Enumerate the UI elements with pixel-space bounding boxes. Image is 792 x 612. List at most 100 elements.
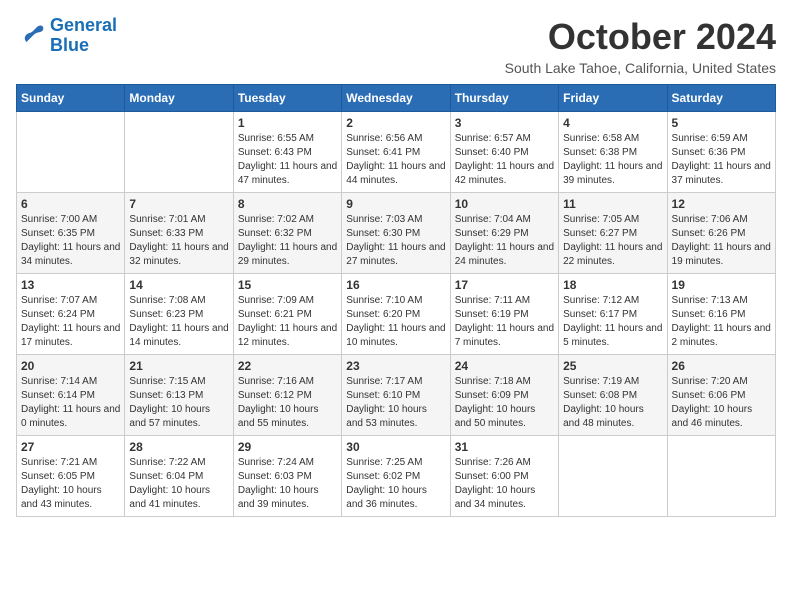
weekday-header: Sunday [17,85,125,112]
day-number: 17 [455,278,554,292]
calendar-cell: 20 Sunrise: 7:14 AM Sunset: 6:14 PM Dayli… [17,355,125,436]
day-number: 10 [455,197,554,211]
calendar-cell: 17Sunrise: 7:11 AM Sunset: 6:19 PM Dayli… [450,274,558,355]
calendar-header: SundayMondayTuesdayWednesdayThursdayFrid… [17,85,776,112]
calendar-cell: 7 Sunrise: 7:01 AM Sunset: 6:33 PM Daylig… [125,193,233,274]
logo-icon [16,21,46,51]
logo: General Blue [16,16,117,56]
calendar-cell: 13 Sunrise: 7:07 AM Sunset: 6:24 PM Dayli… [17,274,125,355]
calendar-cell [559,436,667,517]
day-number: 30 [346,440,445,454]
day-info: Sunrise: 6:55 AM Sunset: 6:43 PM Dayligh… [238,132,337,188]
day-number: 16 [346,278,445,292]
calendar-body: 1 Sunrise: 6:55 AM Sunset: 6:43 PM Daylig… [17,112,776,517]
day-number: 28 [129,440,228,454]
weekday-header: Tuesday [233,85,341,112]
day-info: Sunrise: 7:18 AM Sunset: 6:09 PM Dayligh… [455,375,554,431]
day-number: 24 [455,359,554,373]
day-number: 22 [238,359,337,373]
day-number: 7 [129,197,228,211]
calendar-cell: 4Sunrise: 6:58 AM Sunset: 6:38 PM Daylig… [559,112,667,193]
day-number: 13 [21,278,120,292]
day-number: 31 [455,440,554,454]
calendar-cell: 2 Sunrise: 6:56 AM Sunset: 6:41 PM Daylig… [342,112,450,193]
day-info: Sunrise: 7:08 AM Sunset: 6:23 PM Dayligh… [129,294,228,350]
day-number: 26 [672,359,771,373]
calendar-cell: 19 Sunrise: 7:13 AM Sunset: 6:16 PM Dayli… [667,274,775,355]
calendar-cell: 23Sunrise: 7:17 AM Sunset: 6:10 PM Dayli… [342,355,450,436]
day-number: 21 [129,359,228,373]
day-info: Sunrise: 7:04 AM Sunset: 6:29 PM Dayligh… [455,213,554,269]
calendar-week-row: 6 Sunrise: 7:00 AM Sunset: 6:35 PM Daylig… [17,193,776,274]
calendar-cell: 21Sunrise: 7:15 AM Sunset: 6:13 PM Dayli… [125,355,233,436]
day-number: 27 [21,440,120,454]
day-number: 14 [129,278,228,292]
calendar-cell: 5 Sunrise: 6:59 AM Sunset: 6:36 PM Daylig… [667,112,775,193]
day-number: 9 [346,197,445,211]
weekday-header: Wednesday [342,85,450,112]
day-info: Sunrise: 7:21 AM Sunset: 6:05 PM Dayligh… [21,456,120,512]
day-number: 20 [21,359,120,373]
calendar-cell: 25Sunrise: 7:19 AM Sunset: 6:08 PM Dayli… [559,355,667,436]
day-number: 25 [563,359,662,373]
logo-line1: General [50,15,117,35]
calendar-week-row: 13 Sunrise: 7:07 AM Sunset: 6:24 PM Dayli… [17,274,776,355]
calendar-cell: 12 Sunrise: 7:06 AM Sunset: 6:26 PM Dayli… [667,193,775,274]
calendar-cell: 22 Sunrise: 7:16 AM Sunset: 6:12 PM Dayli… [233,355,341,436]
day-number: 23 [346,359,445,373]
day-number: 5 [672,116,771,130]
calendar-cell: 24 Sunrise: 7:18 AM Sunset: 6:09 PM Dayli… [450,355,558,436]
calendar-cell: 14 Sunrise: 7:08 AM Sunset: 6:23 PM Dayli… [125,274,233,355]
day-number: 19 [672,278,771,292]
day-info: Sunrise: 6:58 AM Sunset: 6:38 PM Dayligh… [563,132,662,188]
calendar-cell: 18 Sunrise: 7:12 AM Sunset: 6:17 PM Dayli… [559,274,667,355]
day-number: 12 [672,197,771,211]
day-info: Sunrise: 6:57 AM Sunset: 6:40 PM Dayligh… [455,132,554,188]
logo-line2: Blue [50,35,89,55]
day-info: Sunrise: 7:20 AM Sunset: 6:06 PM Dayligh… [672,375,771,431]
calendar-cell: 29 Sunrise: 7:24 AM Sunset: 6:03 PM Dayli… [233,436,341,517]
calendar-cell: 1 Sunrise: 6:55 AM Sunset: 6:43 PM Daylig… [233,112,341,193]
day-number: 29 [238,440,337,454]
day-info: Sunrise: 6:56 AM Sunset: 6:41 PM Dayligh… [346,132,445,188]
title-area: October 2024 South Lake Tahoe, Californi… [505,16,776,76]
weekday-row: SundayMondayTuesdayWednesdayThursdayFrid… [17,85,776,112]
day-info: Sunrise: 7:01 AM Sunset: 6:33 PM Dayligh… [129,213,228,269]
calendar-cell: 8Sunrise: 7:02 AM Sunset: 6:32 PM Daylig… [233,193,341,274]
day-info: Sunrise: 6:59 AM Sunset: 6:36 PM Dayligh… [672,132,771,188]
day-number: 15 [238,278,337,292]
day-info: Sunrise: 7:13 AM Sunset: 6:16 PM Dayligh… [672,294,771,350]
calendar-week-row: 1 Sunrise: 6:55 AM Sunset: 6:43 PM Daylig… [17,112,776,193]
calendar-cell: 10 Sunrise: 7:04 AM Sunset: 6:29 PM Dayli… [450,193,558,274]
day-number: 18 [563,278,662,292]
weekday-header: Thursday [450,85,558,112]
month-title: October 2024 [505,16,776,58]
day-info: Sunrise: 7:16 AM Sunset: 6:12 PM Dayligh… [238,375,337,431]
day-info: Sunrise: 7:25 AM Sunset: 6:02 PM Dayligh… [346,456,445,512]
day-info: Sunrise: 7:09 AM Sunset: 6:21 PM Dayligh… [238,294,337,350]
day-number: 6 [21,197,120,211]
day-info: Sunrise: 7:22 AM Sunset: 6:04 PM Dayligh… [129,456,228,512]
calendar-cell: 28 Sunrise: 7:22 AM Sunset: 6:04 PM Dayli… [125,436,233,517]
day-info: Sunrise: 7:26 AM Sunset: 6:00 PM Dayligh… [455,456,554,512]
day-number: 3 [455,116,554,130]
day-info: Sunrise: 7:07 AM Sunset: 6:24 PM Dayligh… [21,294,120,350]
day-info: Sunrise: 7:03 AM Sunset: 6:30 PM Dayligh… [346,213,445,269]
calendar-cell: 9 Sunrise: 7:03 AM Sunset: 6:30 PM Daylig… [342,193,450,274]
calendar-cell: 15 Sunrise: 7:09 AM Sunset: 6:21 PM Dayli… [233,274,341,355]
day-info: Sunrise: 7:14 AM Sunset: 6:14 PM Dayligh… [21,375,120,431]
calendar-cell: 3 Sunrise: 6:57 AM Sunset: 6:40 PM Daylig… [450,112,558,193]
day-info: Sunrise: 7:00 AM Sunset: 6:35 PM Dayligh… [21,213,120,269]
weekday-header: Friday [559,85,667,112]
weekday-header: Monday [125,85,233,112]
calendar-cell: 30 Sunrise: 7:25 AM Sunset: 6:02 PM Dayli… [342,436,450,517]
calendar-week-row: 20 Sunrise: 7:14 AM Sunset: 6:14 PM Dayli… [17,355,776,436]
day-info: Sunrise: 7:06 AM Sunset: 6:26 PM Dayligh… [672,213,771,269]
calendar-cell: 26 Sunrise: 7:20 AM Sunset: 6:06 PM Dayli… [667,355,775,436]
day-number: 2 [346,116,445,130]
day-info: Sunrise: 7:12 AM Sunset: 6:17 PM Dayligh… [563,294,662,350]
location-label: South Lake Tahoe, California, United Sta… [505,60,776,76]
day-info: Sunrise: 7:24 AM Sunset: 6:03 PM Dayligh… [238,456,337,512]
day-info: Sunrise: 7:10 AM Sunset: 6:20 PM Dayligh… [346,294,445,350]
day-number: 1 [238,116,337,130]
